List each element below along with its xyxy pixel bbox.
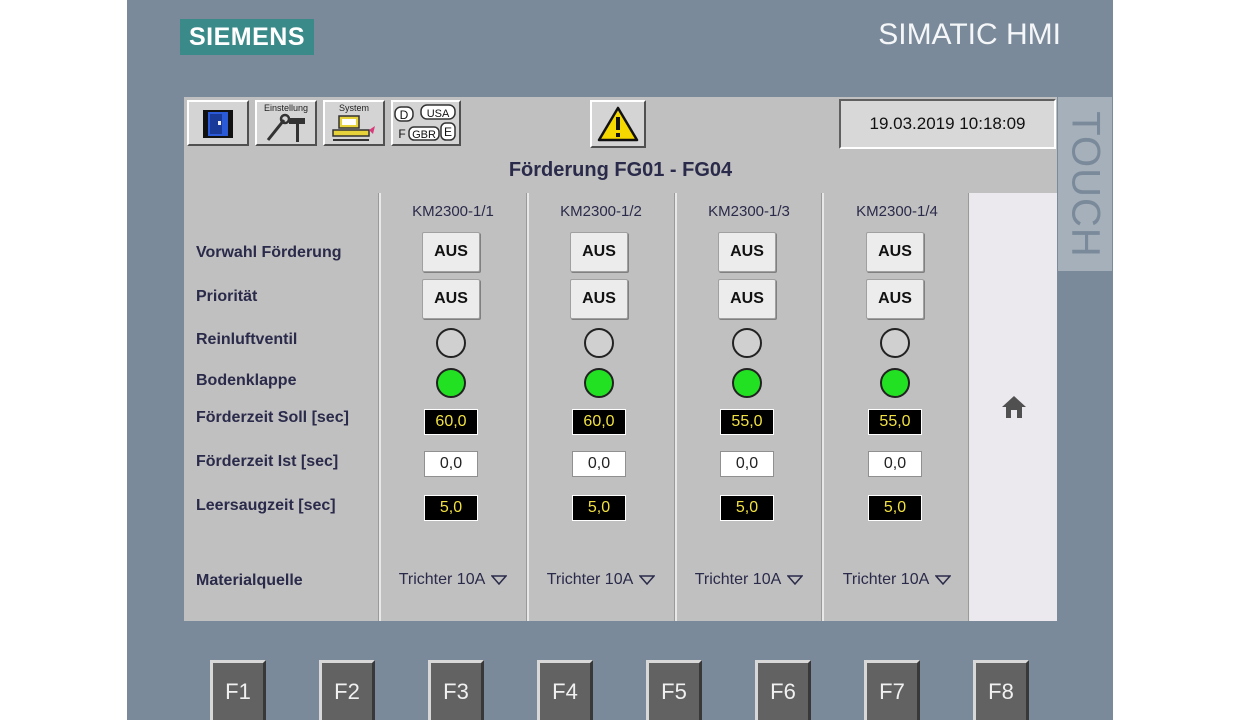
page-title: Förderung FG01 - FG04 (508, 159, 733, 181)
dropdown-value: Trichter 10A (546, 571, 634, 588)
vorwahl-toggle-button[interactable]: AUS (718, 232, 776, 272)
prioritaet-toggle-button[interactable]: AUS (422, 279, 480, 319)
function-key-f1[interactable]: F1 (210, 660, 266, 720)
function-key-f4[interactable]: F4 (537, 660, 593, 720)
prioritaet-toggle-button[interactable]: AUS (570, 279, 628, 319)
prioritaet-toggle-button[interactable]: AUS (718, 279, 776, 319)
foerderzeit-soll-input[interactable]: 55,0 (720, 409, 774, 435)
prioritaet-toggle-button[interactable]: AUS (866, 279, 924, 319)
system-button[interactable]: System (323, 100, 385, 146)
language-button[interactable]: D USA F GBR E (391, 100, 461, 146)
function-key-f7[interactable]: F7 (864, 660, 920, 720)
conveyor-column-3: KM2300-1/3 AUS AUS 55,0 0,0 5,0 Trichter… (676, 193, 822, 621)
simatic-hmi-label: SIMATIC HMI (878, 18, 1061, 51)
settings-label: Einstellung (263, 103, 309, 113)
hmi-screen: Einstellung System D USA F GBR E 19.03.2… (184, 97, 1057, 621)
foerderzeit-ist-value: 0,0 (868, 451, 922, 477)
function-key-f8[interactable]: F8 (973, 660, 1029, 720)
bodenklappe-lamp (880, 368, 910, 398)
materialquelle-dropdown[interactable]: Trichter 10A (824, 571, 970, 589)
chevron-down-icon (787, 575, 804, 585)
hmi-device: SIEMENS SIMATIC HMI TOUCH Einstellung Sy… (127, 0, 1113, 720)
foerderzeit-ist-value: 0,0 (424, 451, 478, 477)
foerderzeit-soll-input[interactable]: 60,0 (424, 409, 478, 435)
function-key-f3[interactable]: F3 (428, 660, 484, 720)
system-label: System (338, 103, 369, 113)
leersaugzeit-input[interactable]: 5,0 (720, 495, 774, 521)
warning-triangle-icon (597, 106, 639, 142)
foerderzeit-ist-value: 0,0 (572, 451, 626, 477)
alarm-button[interactable] (590, 100, 646, 148)
system-machine-icon (332, 115, 375, 141)
leersaugzeit-input[interactable]: 5,0 (868, 495, 922, 521)
lang-usa-text: USA (427, 108, 450, 120)
materialquelle-dropdown[interactable]: Trichter 10A (528, 571, 674, 589)
label-foerderzeit-soll: Förderzeit Soll [sec] (196, 409, 349, 426)
function-key-f2[interactable]: F2 (319, 660, 375, 720)
home-icon (1001, 396, 1026, 418)
chevron-down-icon (935, 575, 952, 585)
reinluftventil-lamp (880, 328, 910, 358)
conveyor-column-4: KM2300-1/4 AUS AUS 55,0 0,0 5,0 Trichter… (824, 193, 970, 621)
vorwahl-toggle-button[interactable]: AUS (570, 232, 628, 272)
dropdown-value: Trichter 10A (694, 571, 782, 588)
touch-text: TOUCH (1063, 110, 1108, 258)
chevron-down-icon (491, 575, 508, 585)
conveyor-column-2: KM2300-1/2 AUS AUS 60,0 0,0 5,0 Trichter… (528, 193, 674, 621)
home-button[interactable] (970, 193, 1057, 621)
label-materialquelle: Materialquelle (196, 572, 303, 589)
settings-button[interactable]: Einstellung (255, 100, 317, 146)
reinluftventil-lamp (732, 328, 762, 358)
reinluftventil-lamp (436, 328, 466, 358)
column-header: KM2300-1/4 (856, 203, 938, 220)
label-prioritaet: Priorität (196, 288, 258, 305)
vorwahl-toggle-button[interactable]: AUS (866, 232, 924, 272)
label-foerderzeit-ist: Förderzeit Ist [sec] (196, 453, 339, 470)
label-bodenklappe: Bodenklappe (196, 372, 297, 389)
function-key-f6[interactable]: F6 (755, 660, 811, 720)
label-reinluftventil: Reinluftventil (196, 331, 298, 348)
bodenklappe-lamp (584, 368, 614, 398)
vorwahl-toggle-button[interactable]: AUS (422, 232, 480, 272)
foerderzeit-soll-input[interactable]: 60,0 (572, 409, 626, 435)
leersaugzeit-input[interactable]: 5,0 (572, 495, 626, 521)
column-header: KM2300-1/3 (708, 203, 790, 220)
lang-gbr-text: GBR (412, 129, 436, 141)
wrench-hammer-icon (266, 113, 305, 142)
language-flags-icon: D USA F GBR E (394, 104, 456, 141)
chevron-down-icon (639, 575, 656, 585)
lang-f-text: F (398, 127, 405, 141)
function-key-f5[interactable]: F5 (646, 660, 702, 720)
dropdown-value: Trichter 10A (842, 571, 930, 588)
leersaugzeit-input[interactable]: 5,0 (424, 495, 478, 521)
siemens-logo: SIEMENS (180, 19, 314, 55)
exit-button[interactable] (187, 100, 249, 146)
materialquelle-dropdown[interactable]: Trichter 10A (676, 571, 822, 589)
foerderzeit-ist-value: 0,0 (720, 451, 774, 477)
reinluftventil-lamp (584, 328, 614, 358)
dropdown-value: Trichter 10A (398, 571, 486, 588)
touch-label: TOUCH (1058, 97, 1112, 271)
foerderzeit-soll-input[interactable]: 55,0 (868, 409, 922, 435)
lang-e-text: E (444, 125, 452, 139)
bodenklappe-lamp (436, 368, 466, 398)
lang-d-text: D (400, 108, 409, 122)
conveyor-column-1: KM2300-1/1 AUS AUS 60,0 0,0 5,0 Trichter… (380, 193, 526, 621)
door-exit-icon (203, 110, 233, 138)
bodenklappe-lamp (732, 368, 762, 398)
column-header: KM2300-1/1 (412, 203, 494, 220)
materialquelle-dropdown[interactable]: Trichter 10A (380, 571, 526, 589)
column-header: KM2300-1/2 (560, 203, 642, 220)
label-vorwahl-foerderung: Vorwahl Förderung (196, 244, 342, 261)
label-leersaugzeit: Leersaugzeit [sec] (196, 497, 336, 514)
datetime-display: 19.03.2019 10:18:09 (839, 99, 1056, 149)
